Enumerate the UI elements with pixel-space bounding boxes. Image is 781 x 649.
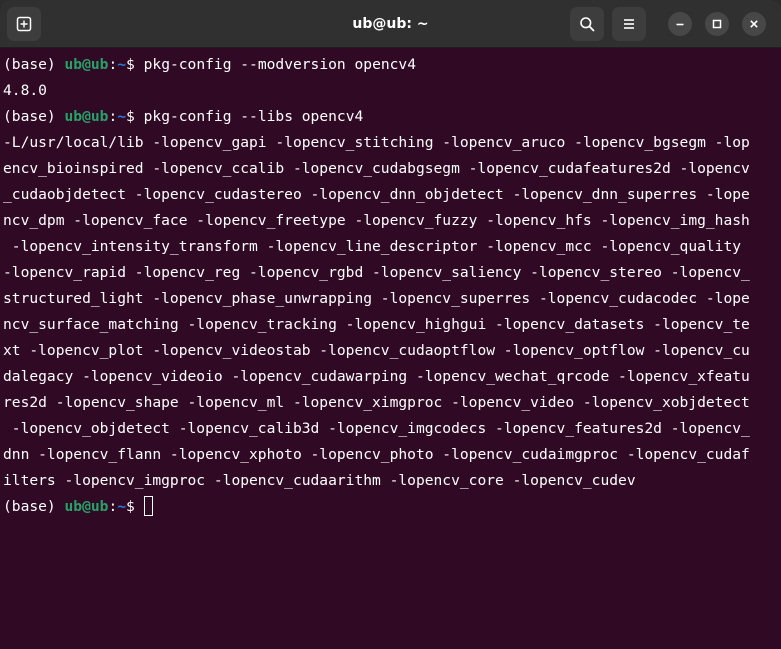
prompt-path: ~ — [117, 108, 127, 125]
menu-button[interactable] — [612, 7, 646, 41]
conda-env-label: (base) — [3, 108, 65, 125]
output-line: 4.8.0 — [3, 82, 47, 99]
output-line: ncv_dpm -lopencv_face -lopencv_freetype … — [3, 212, 750, 229]
window-title: ub@ub: ~ — [352, 16, 429, 32]
conda-env-label: (base) — [3, 56, 65, 73]
prompt-user-host: ub@ub — [64, 56, 109, 73]
new-tab-icon — [16, 16, 32, 32]
prompt-dollar: $ — [126, 56, 144, 73]
output-line: res2d -lopencv_shape -lopencv_ml -lopenc… — [3, 394, 750, 411]
output-line: -lopencv_intensity_transform -lopencv_li… — [3, 238, 750, 255]
output-line: -lopencv_objdetect -lopencv_calib3d -lop… — [3, 420, 750, 437]
output-line: ncv_surface_matching -lopencv_tracking -… — [3, 316, 750, 333]
maximize-icon — [712, 19, 722, 29]
search-icon — [579, 16, 595, 32]
prompt-colon: : — [108, 498, 118, 515]
output-line: ilters -lopencv_imgproc -lopencv_cudaari… — [3, 472, 636, 489]
prompt-dollar: $ — [126, 498, 144, 515]
prompt-user-host: ub@ub — [64, 498, 109, 515]
new-tab-button[interactable] — [7, 7, 41, 41]
scrollbar[interactable] — [771, 48, 781, 649]
maximize-button[interactable] — [705, 12, 729, 36]
search-button[interactable] — [570, 7, 604, 41]
prompt-colon: : — [108, 108, 118, 125]
prompt-dollar: $ — [126, 108, 144, 125]
prompt-colon: : — [108, 56, 118, 73]
output-line: _cudaobjdetect -lopencv_cudastereo -lope… — [3, 186, 750, 203]
terminal-output[interactable]: (base) ub@ub:~$ pkg-config --modversion … — [0, 48, 770, 649]
output-line: encv_bioinspired -lopencv_ccalib -lopenc… — [3, 160, 750, 177]
output-line: structured_light -lopencv_phase_unwrappi… — [3, 290, 750, 307]
current-prompt-line[interactable]: (base) ub@ub:~$ — [3, 494, 770, 520]
command-line: (base) ub@ub:~$ pkg-config --modversion … — [3, 52, 770, 78]
command-text: pkg-config --libs opencv4 — [143, 108, 364, 125]
terminal-window: ub@ub: ~ (base) ub@ub:~$ pkg-config --mo… — [0, 0, 781, 649]
title-bar[interactable]: ub@ub: ~ — [0, 0, 781, 48]
hamburger-menu-icon — [622, 17, 636, 31]
output-line: -lopencv_rapid -lopencv_reg -lopencv_rgb… — [3, 264, 750, 281]
prompt-path: ~ — [117, 498, 127, 515]
prompt-path: ~ — [117, 56, 127, 73]
output-line: dalegacy -lopencv_videoio -lopencv_cudaw… — [3, 368, 750, 385]
text-cursor — [143, 496, 153, 516]
command-text: pkg-config --modversion opencv4 — [143, 56, 416, 73]
close-icon — [749, 19, 759, 29]
command-line: (base) ub@ub:~$ pkg-config --libs opencv… — [3, 104, 770, 130]
minimize-icon — [675, 19, 685, 29]
output-line: xt -lopencv_plot -lopencv_videostab -lop… — [3, 342, 750, 359]
close-button[interactable] — [742, 12, 766, 36]
prompt-user-host: ub@ub — [64, 108, 109, 125]
minimize-button[interactable] — [668, 12, 692, 36]
conda-env-label: (base) — [3, 498, 65, 515]
output-line: -L/usr/local/lib -lopencv_gapi -lopencv_… — [3, 134, 750, 151]
output-line: dnn -lopencv_flann -lopencv_xphoto -lope… — [3, 446, 750, 463]
